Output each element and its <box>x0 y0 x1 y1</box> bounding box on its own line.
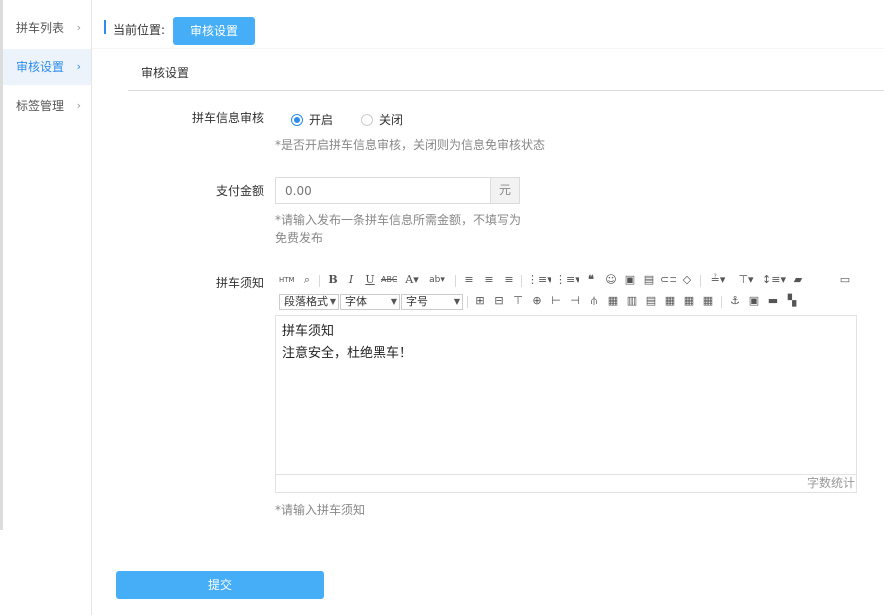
merge-right-icon[interactable]: ▥ <box>624 293 640 309</box>
delete-row-icon[interactable]: ⊣ <box>567 293 583 309</box>
font-size-select[interactable]: 字号 ▼ <box>401 294 463 310</box>
split-rows-icon[interactable]: ▦ <box>662 293 678 309</box>
section-title: 审核设置 <box>141 66 190 80</box>
strikethrough-icon[interactable]: ABC <box>381 272 397 288</box>
notice-label: 拼车须知 <box>215 276 264 290</box>
fullscreen-icon[interactable]: ▭ <box>837 272 853 288</box>
sidebar-item-tag-management[interactable]: 标签管理 › <box>3 88 91 124</box>
sidebar-item-label: 标签管理 <box>16 99 65 113</box>
section-header: 审核设置 <box>128 49 884 91</box>
line-height-icon[interactable]: ≟▾ <box>706 272 730 288</box>
split-columns-icon[interactable]: ▦ <box>681 293 697 309</box>
editor-paragraph: 拼车须知 <box>282 324 335 339</box>
merge-cells-icon[interactable]: ▦ <box>605 293 621 309</box>
highlight-icon[interactable]: ab▾ <box>425 272 449 288</box>
unordered-list-icon[interactable]: ⋮≡▾ <box>555 272 579 288</box>
sidebar-item-label: 审核设置 <box>16 60 65 74</box>
breadcrumb-current-button[interactable]: 审核设置 <box>173 17 255 45</box>
table-props-icon[interactable]: ▦ <box>700 293 716 309</box>
table-caption-icon[interactable]: ⊤ <box>510 293 526 309</box>
breadcrumb-prefix: 当前位置: <box>113 23 166 37</box>
merge-down-icon[interactable]: ▤ <box>643 293 659 309</box>
select-value: 段落格式 <box>284 295 328 308</box>
bold-icon[interactable]: B <box>325 272 341 288</box>
link-icon[interactable]: ⊂⊃ <box>660 272 676 288</box>
toolbar-divider <box>700 275 701 287</box>
delete-table-icon[interactable]: ⊟ <box>491 293 507 309</box>
align-center-icon[interactable]: ≡ <box>481 272 497 288</box>
insert-media-icon[interactable]: ▣ <box>746 293 762 309</box>
sidebar-item-carpool-list[interactable]: 拼车列表 › <box>3 10 91 46</box>
paragraph-spacing-icon[interactable]: ⊤▾ <box>734 272 758 288</box>
radio-checked-icon <box>291 114 303 126</box>
select-value: 字体 <box>345 295 367 308</box>
payment-label: 支付金额 <box>215 184 264 198</box>
source-icon[interactable]: HTML <box>279 272 295 288</box>
toolbar-divider <box>721 296 722 308</box>
notice-hint: *请输入拼车须知 <box>275 503 366 517</box>
print-icon[interactable]: ▬ <box>765 293 781 309</box>
review-label: 拼车信息审核 <box>191 111 264 125</box>
emoji-icon[interactable]: ☺ <box>603 272 619 288</box>
insert-row-icon[interactable]: ⊕ <box>529 293 545 309</box>
format-painter-icon[interactable]: ▰ <box>790 272 806 288</box>
toolbar-divider <box>455 275 456 287</box>
sidebar-item-label: 拼车列表 <box>16 21 65 35</box>
word-count-label: 字数统计 <box>806 476 855 490</box>
chevron-right-icon: › <box>76 99 81 112</box>
blockquote-icon[interactable]: ❝ <box>583 272 599 288</box>
radio-label: 关闭 <box>379 113 404 127</box>
ordered-list-icon[interactable]: ⋮≡▾ <box>527 272 551 288</box>
paragraph-format-select[interactable]: 段落格式 ▼ <box>279 294 339 310</box>
chevron-right-icon: › <box>76 21 81 34</box>
chevron-right-icon: › <box>76 60 81 73</box>
image-icon[interactable]: ▣ <box>622 272 638 288</box>
select-value: 字号 <box>406 295 428 308</box>
payment-unit: 元 <box>490 178 519 203</box>
find-icon[interactable]: ⌕ <box>299 272 315 288</box>
radio-unchecked-icon <box>361 114 373 126</box>
anchor-icon[interactable]: ⚓ <box>727 293 743 309</box>
toolbar-divider <box>467 296 468 308</box>
insert-table-icon[interactable]: ⊞ <box>472 293 488 309</box>
underline-icon[interactable]: U <box>362 272 378 288</box>
caret-down-icon: ▼ <box>329 297 336 306</box>
editor-paragraph: 注意安全，杜绝黑车！ <box>282 346 413 361</box>
payment-field: 元 <box>275 177 520 204</box>
toolbar-divider <box>319 275 320 287</box>
indent-icon[interactable]: ↕≡▾ <box>762 272 786 288</box>
caret-down-icon: ▼ <box>390 297 397 306</box>
main-panel: 审核设置 拼车信息审核 开启 关闭 *是否开启拼车信息审核，关闭则为信息免审核状… <box>92 49 884 615</box>
font-color-icon[interactable]: A▾ <box>401 272 423 288</box>
payment-hint-line2: 免费发布 <box>275 231 324 245</box>
preview-icon[interactable]: ▚ <box>784 293 800 309</box>
radio-label: 开启 <box>309 113 334 127</box>
align-right-icon[interactable]: ≡ <box>501 272 517 288</box>
rich-text-editor: HTML ⌕ B I U ABC A▾ ab▾ ≡ ≡ ≡ ⋮≡▾ ⋮≡▾ ❝ … <box>275 268 857 493</box>
payment-hint-line1: *请输入发布一条拼车信息所需金额，不填写为 <box>275 213 522 227</box>
align-left-icon[interactable]: ≡ <box>461 272 477 288</box>
payment-input[interactable] <box>276 178 490 203</box>
sidebar-item-review-settings[interactable]: 审核设置 › <box>3 49 91 85</box>
editor-content-area[interactable]: 拼车须知 注意安全，杜绝黑车！ <box>275 315 857 475</box>
submit-button[interactable]: 提交 <box>116 571 324 599</box>
review-hint: *是否开启拼车信息审核，关闭则为信息免审核状态 <box>275 138 546 152</box>
eraser-icon[interactable]: ◇ <box>679 272 695 288</box>
breadcrumb: 当前位置: 审核设置 <box>92 0 884 48</box>
sidebar: 拼车列表 › 审核设置 › 标签管理 › <box>0 0 92 615</box>
toolbar-divider <box>521 275 522 287</box>
video-icon[interactable]: ▤ <box>641 272 657 288</box>
font-family-select[interactable]: 字体 ▼ <box>340 294 400 310</box>
italic-icon[interactable]: I <box>343 272 359 288</box>
editor-statusbar: 字数统计 <box>275 475 857 493</box>
split-cells-icon[interactable]: ⫛ <box>586 293 602 309</box>
caret-down-icon: ▼ <box>453 297 460 306</box>
breadcrumb-marker <box>104 20 106 34</box>
insert-column-icon[interactable]: ⊢ <box>548 293 564 309</box>
